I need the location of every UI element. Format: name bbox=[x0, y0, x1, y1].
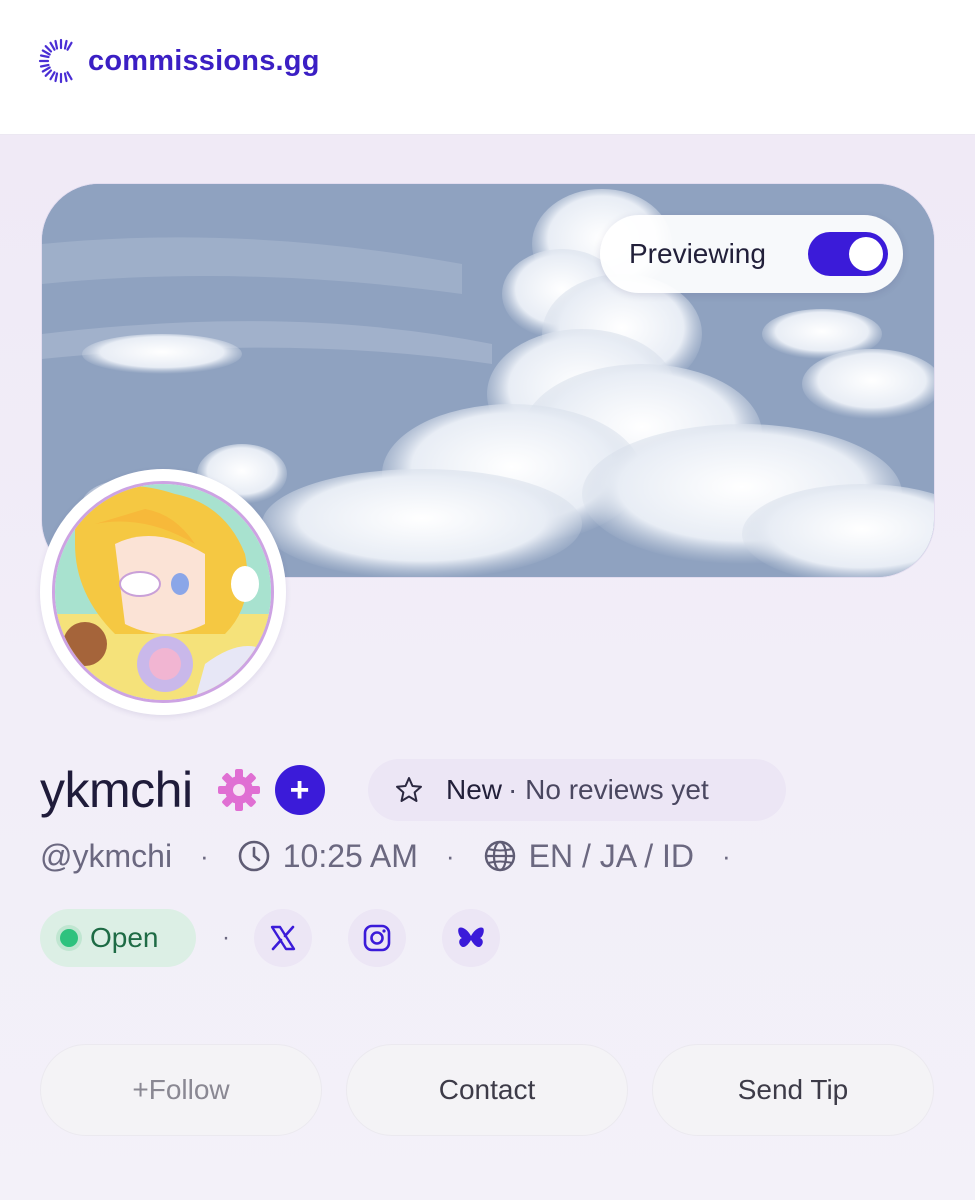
rating-label: New bbox=[446, 774, 503, 805]
display-name: ykmchi bbox=[40, 762, 193, 818]
bluesky-link[interactable] bbox=[442, 909, 500, 967]
brand-logo[interactable]: commissions.gg bbox=[38, 38, 320, 84]
handle: @ykmchi bbox=[40, 837, 173, 874]
time-text: 10:25 AM bbox=[282, 837, 418, 874]
contact-button[interactable]: Contact bbox=[346, 1044, 628, 1136]
reviews-text: · No reviews yet bbox=[508, 774, 709, 805]
x-icon bbox=[270, 925, 296, 951]
clock-icon bbox=[238, 840, 270, 872]
status-dot bbox=[60, 929, 78, 947]
preview-label: Previewing bbox=[629, 238, 766, 269]
separator: · bbox=[200, 840, 209, 871]
preview-switch[interactable] bbox=[808, 232, 888, 276]
brand-name: commissions.gg bbox=[88, 44, 320, 77]
separator: · bbox=[445, 840, 455, 871]
profile-actions: +Follow Contact Send Tip bbox=[40, 1044, 958, 1136]
local-time: 10:25 AM bbox=[237, 838, 418, 875]
x-link[interactable] bbox=[254, 909, 312, 967]
status-row: Open · bbox=[40, 908, 536, 968]
globe-icon bbox=[484, 840, 515, 872]
preview-toggle[interactable]: Previewing bbox=[600, 215, 903, 293]
bluesky-icon bbox=[458, 927, 484, 948]
instagram-icon bbox=[363, 924, 391, 952]
plus-badge[interactable]: + bbox=[274, 765, 325, 815]
star-icon bbox=[396, 777, 422, 802]
brand-mark-icon bbox=[38, 38, 73, 84]
separator: · bbox=[222, 924, 230, 951]
switch-knob bbox=[849, 237, 883, 271]
send-tip-button[interactable]: Send Tip bbox=[652, 1044, 934, 1136]
profile-meta-row: @ykmchi · 10:25 AM · EN / JA / ID · bbox=[40, 830, 759, 882]
status-badge: Open bbox=[40, 909, 196, 967]
languages-text: EN / JA / ID bbox=[528, 837, 694, 874]
follow-button[interactable]: +Follow bbox=[40, 1044, 322, 1136]
separator: · bbox=[721, 840, 731, 871]
instagram-link[interactable] bbox=[348, 909, 406, 967]
profile-name-row: ykmchi + bbox=[40, 755, 325, 825]
gear-icon bbox=[217, 769, 260, 811]
avatar-image bbox=[52, 481, 274, 703]
languages: EN / JA / ID bbox=[483, 838, 694, 875]
top-bar: commissions.gg bbox=[0, 0, 975, 135]
status-label: Open bbox=[90, 922, 159, 953]
avatar[interactable] bbox=[40, 469, 286, 715]
rating-pill[interactable]: New · No reviews yet bbox=[368, 759, 786, 821]
